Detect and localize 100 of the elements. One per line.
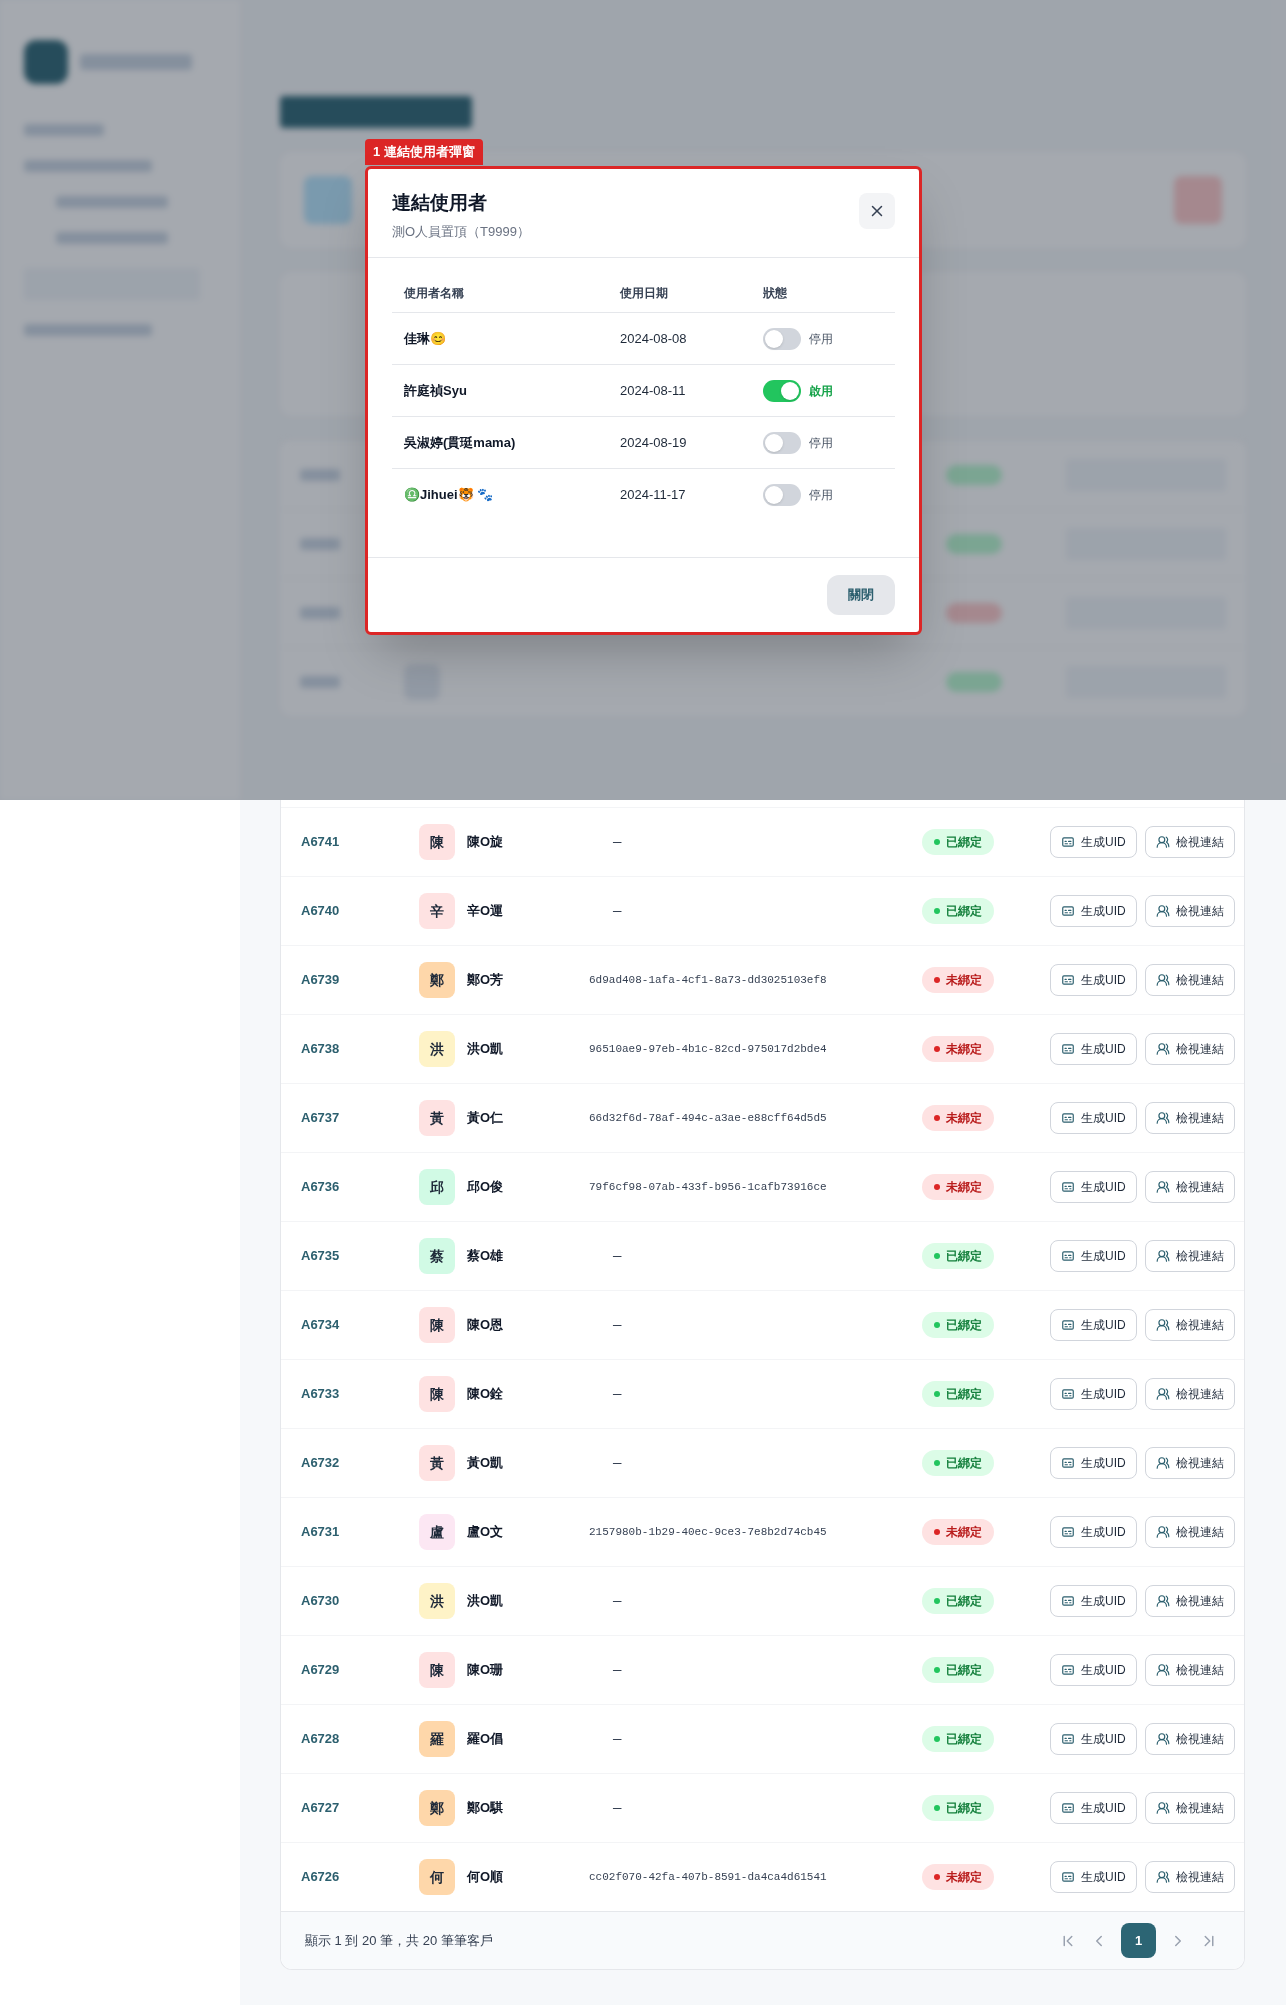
generate-uid-button[interactable]: 生成UID	[1050, 1240, 1137, 1272]
customer-id: A6730	[300, 1592, 340, 1611]
generate-uid-button[interactable]: 生成UID	[1050, 1723, 1137, 1755]
view-links-button[interactable]: 檢視連結	[1144, 1792, 1235, 1824]
annotation-tag: 1 連結使用者彈窗	[365, 139, 483, 165]
uid-text: —	[613, 1591, 622, 1611]
customer-name: 何O順	[467, 1868, 504, 1887]
view-links-button[interactable]: 檢視連結	[1144, 1102, 1235, 1134]
toggle-label: 停用	[809, 434, 833, 452]
view-links-button[interactable]: 檢視連結	[1144, 1378, 1235, 1410]
generate-uid-button[interactable]: 生成UID	[1050, 1861, 1137, 1893]
column-header: 使用者名稱	[403, 285, 464, 302]
view-links-button[interactable]: 檢視連結	[1144, 1309, 1235, 1341]
generate-uid-button[interactable]: 生成UID	[1050, 826, 1137, 858]
users-icon	[1155, 904, 1170, 918]
view-links-button[interactable]: 檢視連結	[1144, 1654, 1235, 1686]
generate-uid-button[interactable]: 生成UID	[1050, 964, 1137, 996]
view-links-button[interactable]: 檢視連結	[1144, 895, 1235, 927]
generate-uid-button[interactable]: 生成UID	[1050, 1654, 1137, 1686]
view-links-button[interactable]: 檢視連結	[1144, 1171, 1235, 1203]
usage-date: 2024-11-17	[620, 486, 686, 505]
document-icon	[1061, 1042, 1075, 1056]
uid-text: —	[613, 1315, 622, 1335]
close-button[interactable]	[859, 193, 895, 229]
uid-text: —	[613, 832, 622, 852]
status-badge: 已綁定	[922, 1795, 994, 1821]
users-icon	[1155, 1249, 1170, 1263]
avatar: 陳	[419, 1652, 455, 1688]
document-icon	[1061, 1318, 1075, 1332]
status-badge: 已綁定	[922, 829, 994, 855]
view-links-button[interactable]: 檢視連結	[1144, 1585, 1235, 1617]
customer-name: 陳O恩	[467, 1316, 504, 1335]
generate-uid-button[interactable]: 生成UID	[1050, 1309, 1137, 1341]
users-icon	[1155, 1732, 1170, 1746]
avatar: 洪	[419, 1031, 455, 1067]
status-badge: 已綁定	[922, 1243, 994, 1269]
usage-date: 2024-08-11	[620, 381, 686, 400]
document-icon	[1061, 904, 1075, 918]
status-badge: 已綁定	[922, 1381, 994, 1407]
users-icon	[1155, 1663, 1170, 1677]
view-links-button[interactable]: 檢視連結	[1144, 1240, 1235, 1272]
generate-uid-button[interactable]: 生成UID	[1050, 1033, 1137, 1065]
customer-name: 辛O運	[467, 902, 504, 921]
toggle-switch[interactable]	[763, 379, 801, 402]
status-badge: 已綁定	[922, 1450, 994, 1476]
customer-id: A6737	[300, 1109, 340, 1128]
avatar: 鄭	[419, 962, 455, 998]
uid-text: —	[613, 1729, 622, 1749]
users-icon	[1155, 1456, 1170, 1470]
user-name: 吳淑婷(貫珽mama)	[403, 433, 516, 452]
user-name: 佳琳😊	[402, 329, 446, 348]
page-button[interactable]: 1	[1121, 1923, 1156, 1958]
customer-id: A6732	[300, 1454, 340, 1473]
generate-uid-button[interactable]: 生成UID	[1050, 1102, 1137, 1134]
view-links-button[interactable]: 檢視連結	[1144, 964, 1235, 996]
view-links-button[interactable]: 檢視連結	[1144, 1033, 1235, 1065]
close-dialog-button[interactable]: 關閉	[827, 575, 895, 615]
generate-uid-button[interactable]: 生成UID	[1050, 1378, 1137, 1410]
customer-id: A6734	[300, 1316, 340, 1335]
customer-name: 盧O文	[467, 1523, 504, 1542]
document-icon	[1061, 1387, 1075, 1401]
toggle-switch[interactable]	[763, 484, 801, 506]
generate-uid-button[interactable]: 生成UID	[1050, 1792, 1137, 1824]
generate-uid-button[interactable]: 生成UID	[1050, 1585, 1137, 1617]
generate-uid-button[interactable]: 生成UID	[1050, 1516, 1137, 1548]
users-icon	[1155, 1042, 1170, 1056]
view-links-button[interactable]: 檢視連結	[1144, 1447, 1235, 1479]
users-icon	[1155, 1111, 1170, 1125]
customer-name: 鄭O芳	[467, 971, 504, 990]
toggle-switch[interactable]	[763, 431, 801, 454]
document-icon	[1061, 973, 1075, 987]
status-badge: 未綁定	[922, 1036, 994, 1062]
generate-uid-button[interactable]: 生成UID	[1050, 1171, 1137, 1203]
uid-text: 96510ae9-97eb-4b1c-82cd-975017d2bde4	[589, 1041, 827, 1057]
users-icon	[1155, 1318, 1170, 1332]
customer-name: 洪O凱	[467, 1592, 504, 1611]
users-icon	[1155, 1387, 1170, 1401]
customer-name: 黃O凱	[467, 1454, 504, 1473]
user-name: ♎Jihuei🐯 🐾	[403, 486, 494, 505]
modal-title: 連結使用者	[392, 191, 488, 215]
column-header: 狀態	[763, 285, 787, 302]
uid-text: 66d32f6d-78af-494c-a3ae-e88cff64d5d5	[589, 1110, 827, 1126]
avatar: 辛	[419, 893, 455, 929]
status-badge: 未綁定	[922, 1174, 994, 1200]
view-links-button[interactable]: 檢視連結	[1144, 826, 1235, 858]
document-icon	[1061, 1249, 1075, 1263]
document-icon	[1061, 1525, 1075, 1539]
view-links-button[interactable]: 檢視連結	[1144, 1516, 1235, 1548]
view-links-button[interactable]: 檢視連結	[1144, 1723, 1235, 1755]
customer-id: A6740	[300, 902, 340, 921]
customer-name: 陳O珊	[467, 1661, 504, 1680]
avatar: 洪	[419, 1583, 455, 1619]
usage-date: 2024-08-08	[620, 329, 687, 348]
generate-uid-button[interactable]: 生成UID	[1050, 1447, 1137, 1479]
generate-uid-button[interactable]: 生成UID	[1050, 895, 1137, 927]
customer-name: 羅O倡	[467, 1730, 504, 1749]
modal-subtitle: 測O人員置頂（T9999）	[392, 222, 530, 241]
toggle-switch[interactable]	[763, 327, 801, 350]
view-links-button[interactable]: 檢視連結	[1144, 1861, 1235, 1893]
document-icon	[1061, 1180, 1075, 1194]
